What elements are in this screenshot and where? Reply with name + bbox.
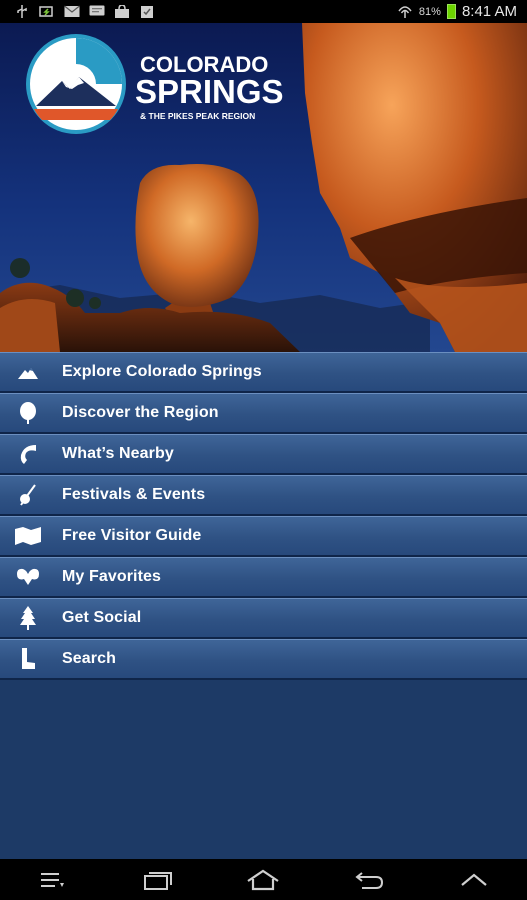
shopping-bag-icon bbox=[115, 5, 129, 18]
recent-apps-icon[interactable] bbox=[133, 859, 183, 900]
status-bar: 81% 8:41 AM bbox=[0, 0, 527, 23]
clock: 8:41 AM bbox=[461, 3, 517, 20]
hero-banner: COLORADO SPRINGS & THE PIKES PEAK REGION bbox=[0, 23, 527, 352]
boot-icon bbox=[0, 648, 60, 670]
map-icon bbox=[0, 526, 60, 546]
menu-item-label: Get Social bbox=[62, 609, 142, 626]
menu-item-get-social[interactable]: Get Social bbox=[0, 598, 527, 639]
battery-icon bbox=[446, 4, 456, 19]
hero-image: COLORADO SPRINGS & THE PIKES PEAK REGION bbox=[0, 23, 527, 352]
usb-icon bbox=[17, 5, 27, 18]
system-status: 81% 8:41 AM bbox=[397, 3, 517, 20]
menu-item-label: Discover the Region bbox=[62, 404, 219, 421]
menu-item-label: Explore Colorado Springs bbox=[62, 363, 262, 380]
back-icon[interactable] bbox=[344, 859, 394, 900]
mountain-icon bbox=[0, 364, 60, 380]
ram-icon bbox=[0, 567, 60, 587]
main-menu: Explore Colorado Springs Discover the Re… bbox=[0, 352, 527, 680]
mail-icon bbox=[64, 5, 80, 17]
notification-icons bbox=[14, 5, 155, 18]
compass-icon bbox=[0, 443, 60, 465]
logo-line3: & THE PIKES PEAK REGION bbox=[140, 111, 255, 121]
logo-line2: SPRINGS bbox=[135, 73, 284, 110]
menu-item-visitor-guide[interactable]: Free Visitor Guide bbox=[0, 516, 527, 557]
signal-icon bbox=[398, 6, 412, 18]
menu-item-discover[interactable]: Discover the Region bbox=[0, 393, 527, 434]
menu-item-label: My Favorites bbox=[62, 568, 162, 585]
charging-icon bbox=[39, 6, 53, 17]
menu-item-festivals[interactable]: Festivals & Events bbox=[0, 475, 527, 516]
menu-item-label: Free Visitor Guide bbox=[62, 527, 202, 544]
navigation-bar bbox=[0, 859, 527, 900]
chat-icon bbox=[89, 5, 105, 16]
menu-item-favorites[interactable]: My Favorites bbox=[0, 557, 527, 598]
up-icon[interactable] bbox=[449, 859, 499, 900]
menu-item-label: Search bbox=[62, 650, 116, 667]
menu-item-nearby[interactable]: What’s Nearby bbox=[0, 434, 527, 475]
menu-item-label: What’s Nearby bbox=[62, 445, 174, 462]
menu-icon[interactable] bbox=[28, 859, 78, 900]
menu-item-label: Festivals & Events bbox=[62, 486, 206, 503]
menu-item-explore[interactable]: Explore Colorado Springs bbox=[0, 352, 527, 393]
banjo-icon bbox=[0, 484, 60, 506]
leaf-icon bbox=[0, 402, 60, 424]
checklist-icon bbox=[141, 6, 153, 18]
battery-percent: 81% bbox=[418, 5, 441, 18]
menu-item-search[interactable]: Search bbox=[0, 639, 527, 680]
home-icon[interactable] bbox=[238, 859, 288, 900]
tree-icon bbox=[0, 606, 60, 630]
